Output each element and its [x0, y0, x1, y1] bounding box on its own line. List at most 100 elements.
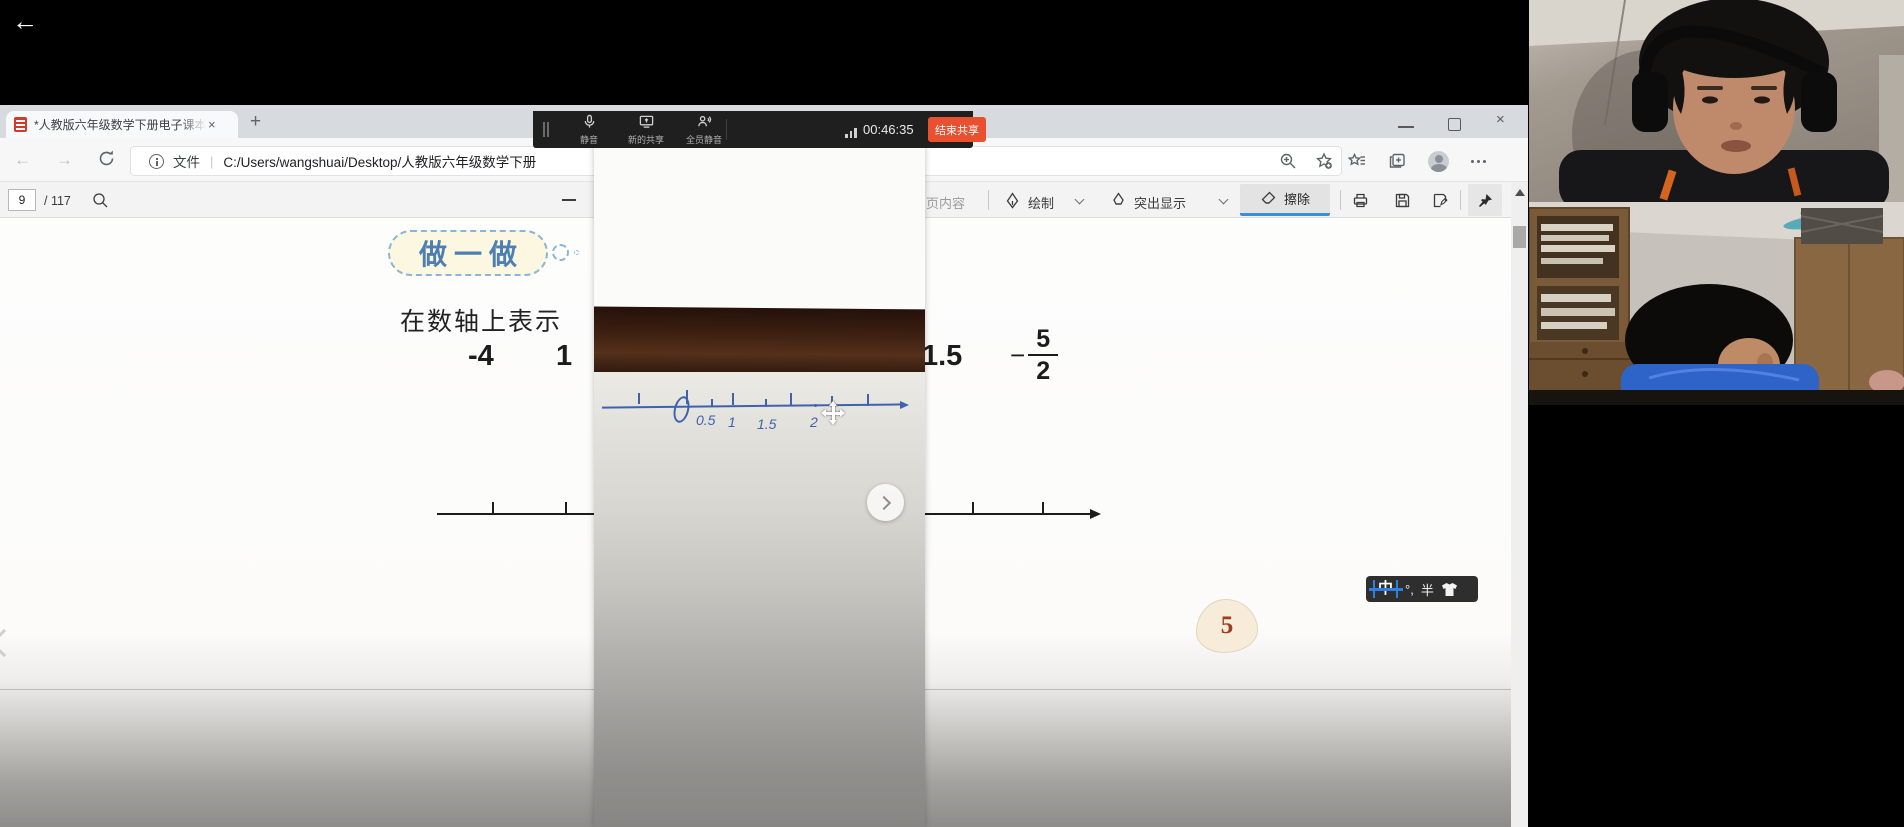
scrollbar-up-icon[interactable] — [1515, 189, 1525, 196]
toolbar-separator — [726, 119, 727, 140]
exercise-prompt: 在数轴上表示 — [400, 309, 563, 336]
handwritten-label: 1 — [728, 414, 736, 430]
microphone-icon — [584, 114, 594, 128]
print-icon[interactable] — [1352, 192, 1369, 209]
toolbar-separator — [988, 190, 989, 210]
toolbar-separator — [1340, 190, 1341, 210]
nav-forward-button[interactable]: → — [56, 150, 73, 170]
system-back-icon[interactable]: ← — [12, 6, 38, 37]
ime-skin-icon[interactable] — [1441, 582, 1458, 597]
add-favorite-icon[interactable] — [1315, 152, 1333, 170]
scrollbar-thumb[interactable] — [1513, 226, 1526, 248]
tick-mark — [565, 502, 568, 514]
meeting-timer: 00:46:35 — [863, 122, 914, 137]
drag-handle[interactable] — [543, 122, 545, 137]
number-line-arrowhead — [1090, 509, 1101, 519]
handwritten-zero — [670, 394, 693, 425]
erase-button-active[interactable]: 擦除 — [1240, 184, 1330, 216]
handwritten-tick — [790, 393, 792, 405]
toolbar-separator — [1460, 190, 1461, 210]
student-webcam-image — [1529, 202, 1904, 405]
new-share-button[interactable]: 新的共享 — [618, 114, 674, 146]
eraser-icon — [1261, 191, 1276, 204]
student-video-tile[interactable] — [1529, 202, 1904, 405]
handwritten-tick — [711, 399, 713, 407]
browser-menu-icon[interactable] — [1471, 159, 1486, 163]
window-maximize-button[interactable] — [1448, 118, 1461, 131]
address-divider: | — [210, 153, 214, 169]
highlight-label[interactable]: 突出显示 — [1134, 193, 1186, 212]
new-tab-button[interactable]: + — [250, 111, 261, 133]
erase-label: 擦除 — [1283, 192, 1310, 207]
teacher-video-tile[interactable] — [1529, 0, 1904, 202]
window-minimize-button[interactable] — [1398, 126, 1414, 128]
chevron-right-icon — [876, 495, 892, 510]
number-1-5: 1.5 — [922, 340, 963, 372]
collections-icon[interactable] — [1388, 152, 1406, 170]
number-neg4: -4 — [468, 340, 494, 372]
draw-chevron-icon[interactable] — [1074, 194, 1085, 205]
zoom-page-icon[interactable] — [1279, 152, 1297, 170]
mute-all-button[interactable]: 全员静音 — [676, 114, 732, 146]
tab-pdf-textbook[interactable]: *人教版六年级数学下册电子课本 × — [6, 111, 238, 138]
ime-punctuation-mode[interactable]: °, — [1405, 582, 1414, 597]
tick-mark — [492, 502, 495, 514]
ime-status-bar[interactable]: 中 °, 半 — [1366, 576, 1478, 602]
do-it-badge: 做一做 — [388, 230, 548, 276]
tab-close-icon[interactable]: × — [208, 117, 216, 132]
end-share-button[interactable]: 结束共享 — [928, 117, 986, 142]
fraction-bar — [1028, 354, 1059, 357]
textbook-page-number-badge: 5 — [1196, 599, 1258, 653]
draw-label[interactable]: 绘制 — [1028, 193, 1054, 212]
handwritten-arrowhead — [900, 401, 909, 409]
fraction-numerator: 5 — [1036, 325, 1051, 353]
handwritten-tick — [867, 394, 869, 406]
pushpin-icon — [1478, 193, 1492, 207]
badge-tail-circle — [552, 244, 569, 261]
handwritten-tick — [765, 399, 767, 407]
screen-share-icon — [639, 115, 653, 128]
save-icon[interactable] — [1394, 192, 1411, 209]
read-aloud-label-partial: 页内容 — [926, 196, 966, 211]
previous-page-chevron-icon[interactable] — [0, 628, 19, 658]
favorites-list-icon[interactable] — [1348, 152, 1366, 170]
highlight-chevron-icon[interactable] — [1218, 194, 1229, 205]
save-as-icon[interactable] — [1432, 192, 1449, 209]
ime-language-mode[interactable]: 中 — [1368, 580, 1404, 598]
highlight-icon[interactable] — [1110, 192, 1127, 209]
window-close-button[interactable]: × — [1496, 111, 1505, 128]
paper-sheet: 0.5 1 1.5 2 — [594, 372, 925, 827]
fraction-sign: − — [1010, 339, 1026, 370]
refresh-icon[interactable] — [97, 149, 116, 168]
teacher-webcam-image — [1529, 0, 1904, 202]
pdf-file-icon — [14, 117, 27, 132]
profile-avatar[interactable] — [1428, 150, 1449, 172]
next-button[interactable] — [867, 484, 904, 521]
tick-mark — [1042, 502, 1045, 514]
mute-button[interactable]: 静音 — [561, 114, 617, 146]
badge-tail-dot — [574, 250, 579, 255]
pin-toolbar-button[interactable] — [1468, 184, 1502, 216]
handwritten-tick — [638, 393, 640, 404]
draw-pen-icon[interactable] — [1004, 192, 1021, 209]
participants-panel — [1529, 0, 1904, 827]
ime-char-width-mode[interactable]: 半 — [1421, 580, 1434, 599]
tick-mark — [972, 502, 975, 514]
address-scheme-label: 文件 — [173, 155, 200, 170]
mute-all-icon — [697, 115, 711, 127]
handwritten-label: 1.5 — [757, 416, 777, 432]
ink-dot — [814, 404, 817, 407]
search-icon[interactable] — [92, 192, 109, 209]
handwritten-label: 2 — [810, 414, 818, 430]
zoom-out-icon[interactable] — [562, 199, 576, 201]
nav-back-button[interactable]: ← — [14, 150, 31, 170]
address-url: C:/Users/wangshuai/Desktop/人教版六年级数学下册 — [223, 155, 537, 170]
meeting-toolbar: 静音 新的共享 全员静音 00:46:35 结束共享 — [533, 111, 986, 148]
tab-title: *人教版六年级数学下册电子课本 — [34, 118, 206, 132]
network-signal-icon — [845, 128, 857, 138]
number-1: 1 — [556, 340, 573, 372]
page-number-input[interactable] — [8, 189, 36, 211]
pdf-scrollbar[interactable] — [1511, 182, 1528, 827]
page-info-icon[interactable] — [149, 153, 164, 169]
handwritten-number-line — [601, 403, 905, 409]
